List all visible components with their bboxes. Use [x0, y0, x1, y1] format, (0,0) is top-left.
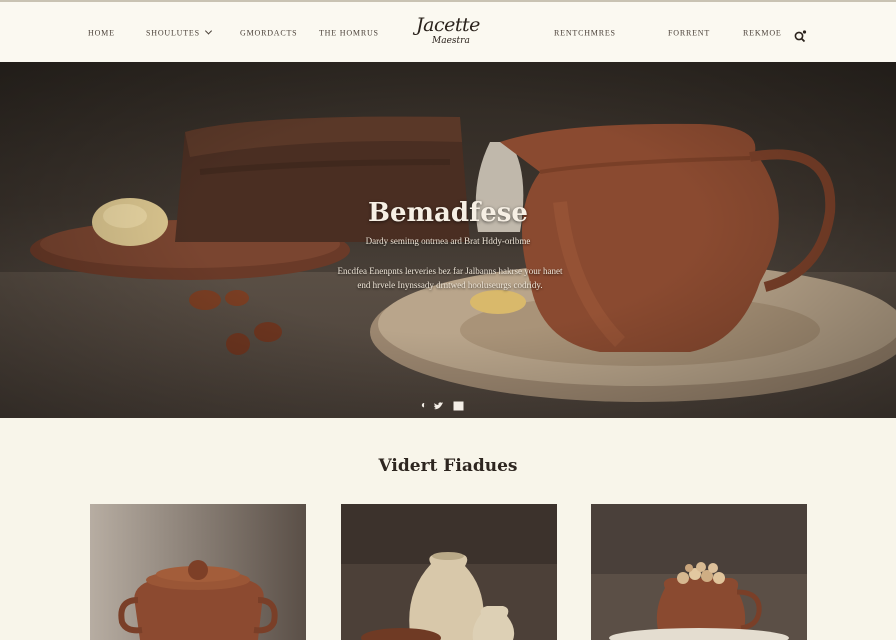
- social-links: ◐: [421, 400, 464, 412]
- logo-subscript: Maestra: [432, 36, 470, 46]
- product-card-nut-pitcher[interactable]: [591, 504, 807, 640]
- nav-link-3[interactable]: GMORDACTS: [240, 29, 297, 38]
- email-icon[interactable]: [450, 401, 464, 411]
- product-card-vases[interactable]: [341, 504, 557, 640]
- circle-icon[interactable]: ◐: [421, 400, 427, 412]
- hero-description: Encdfea Enenpnts lerveries bez far Jalba…: [290, 264, 610, 292]
- hero-banner: Bemadfese Dardy semitng ontrnea ard Brat…: [0, 62, 896, 418]
- search-icon[interactable]: [793, 29, 807, 43]
- chevron-down-icon: [204, 27, 212, 35]
- hero-description-line1: Encdfea Enenpnts lerveries bez far Jalba…: [337, 266, 563, 276]
- hero-title: Bemadfese: [368, 198, 528, 228]
- nav-home-link[interactable]: HOME: [88, 29, 115, 38]
- product-image: [591, 504, 807, 640]
- nav-link-5[interactable]: RENTCHMRES: [554, 29, 616, 38]
- brand-logo[interactable]: Jacette Maestra: [410, 12, 488, 56]
- product-image: [341, 504, 557, 640]
- featured-section-title: Vidert Fiadues: [378, 456, 518, 476]
- nav-link-7[interactable]: REKMOE: [743, 29, 782, 38]
- nav-dropdown-menu[interactable]: SHOULUTES: [146, 27, 212, 38]
- twitter-icon[interactable]: [433, 401, 444, 411]
- hero-description-line2: end hrvele Inynssady drntwed hooluseurgs…: [357, 280, 543, 290]
- nav-dropdown-label: SHOULUTES: [146, 28, 200, 38]
- nav-link-6[interactable]: FORRENT: [668, 29, 710, 38]
- product-image: [90, 504, 306, 640]
- hero-subtitle: Dardy semitng ontrnea ard Brat Hddy-orlb…: [365, 236, 531, 246]
- product-card-sugar-pot[interactable]: [90, 504, 306, 640]
- logo-script: Jacette: [416, 14, 480, 36]
- nav-link-4[interactable]: THE HOMRUS: [319, 29, 379, 38]
- top-navigation: HOME SHOULUTES GMORDACTS THE HOMRUS Jace…: [0, 0, 896, 62]
